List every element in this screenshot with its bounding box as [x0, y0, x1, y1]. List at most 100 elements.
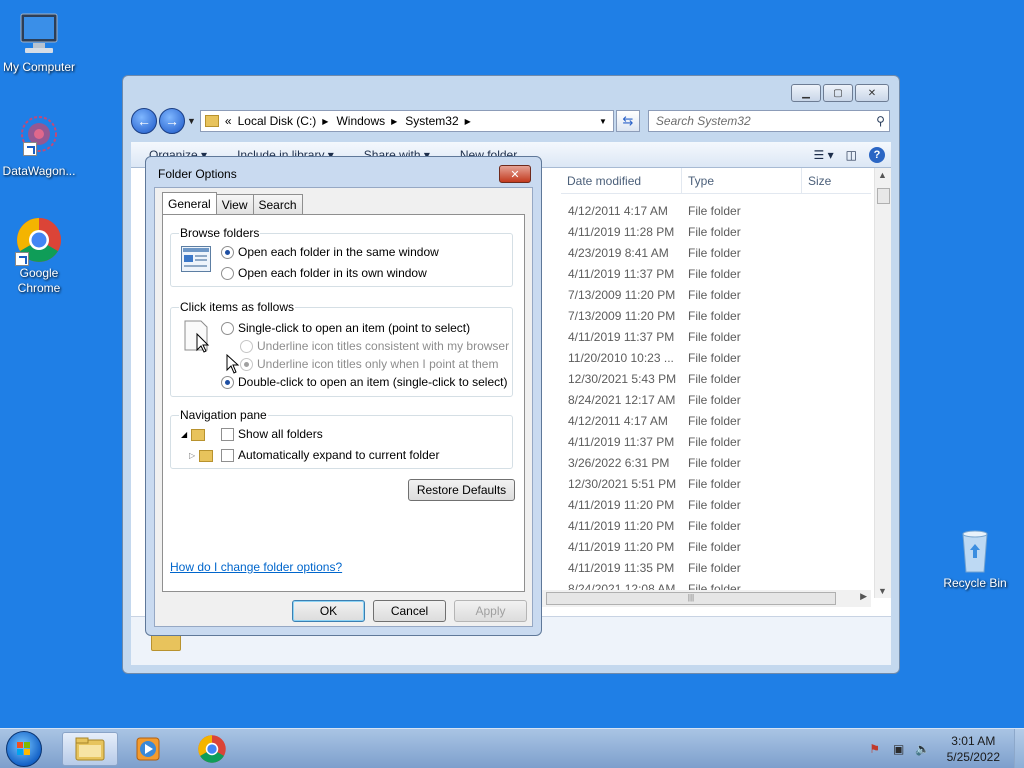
address-dropdown-icon[interactable]: ▼	[599, 117, 607, 126]
table-row[interactable]: 4/11/2019 11:20 PM File folder	[561, 494, 871, 515]
preview-pane-icon[interactable]: ◫	[846, 148, 857, 162]
checkbox-unchecked[interactable]	[221, 448, 234, 462]
search-icon[interactable]: ⚲	[876, 114, 885, 128]
table-row[interactable]: 4/11/2019 11:20 PM File folder	[561, 536, 871, 557]
network-icon[interactable]: ▣	[891, 741, 907, 757]
recent-pages-dropdown[interactable]: ▼	[187, 116, 196, 126]
open-own-window-radio[interactable]: Open each folder in its own window	[221, 266, 427, 280]
table-row[interactable]: 4/11/2019 11:20 PM File folder	[561, 515, 871, 536]
back-button[interactable]: ←	[131, 108, 157, 134]
type-cell: File folder	[688, 392, 741, 407]
table-row[interactable]: 4/11/2019 11:37 PM File folder	[561, 263, 871, 284]
general-tab-panel: Browse folders Open each folder in the s…	[162, 214, 525, 592]
tab-general[interactable]: General	[162, 192, 217, 214]
horizontal-scrollbar[interactable]: ||| ▶	[536, 590, 871, 607]
restore-defaults-button[interactable]: Restore Defaults	[408, 479, 515, 501]
date-modified-cell: 12/30/2021 5:51 PM	[568, 476, 677, 491]
underline-consistent-radio[interactable]: Underline icon titles consistent with my…	[240, 339, 509, 353]
cancel-button[interactable]: Cancel	[373, 600, 446, 622]
minimize-button[interactable]: ▁	[791, 84, 821, 102]
horizontal-scroll-thumb[interactable]: |||	[546, 592, 836, 605]
table-row[interactable]: 4/23/2019 8:41 AM File folder	[561, 242, 871, 263]
double-click-radio[interactable]: Double-click to open an item (single-cli…	[221, 375, 507, 389]
vertical-scrollbar[interactable]: ▲ ▼	[874, 168, 891, 598]
desktop-icon-datawagon[interactable]: DataWagon...	[0, 114, 80, 179]
radio-unselected[interactable]	[221, 266, 234, 280]
desktop-icon-recycle-bin[interactable]: Recycle Bin	[934, 526, 1016, 591]
table-row[interactable]: 12/30/2021 5:43 PM File folder	[561, 368, 871, 389]
search-placeholder: Search System32	[655, 114, 751, 128]
breadcrumb-chevron-icon[interactable]: ▶	[465, 117, 471, 126]
radio-disabled[interactable]	[240, 339, 253, 353]
column-date-modified[interactable]: Date modified	[561, 168, 682, 193]
breadcrumb-windows[interactable]: Windows	[336, 114, 385, 128]
apply-button[interactable]: Apply	[454, 600, 527, 622]
chrome-icon	[15, 216, 63, 266]
breadcrumb-system32[interactable]: System32	[405, 114, 458, 128]
table-row[interactable]: 12/30/2021 5:51 PM File folder	[561, 473, 871, 494]
breadcrumb-local-disk[interactable]: Local Disk (C:)	[238, 114, 317, 128]
search-input[interactable]: Search System32 ⚲	[647, 110, 890, 132]
volume-icon[interactable]: 🔈	[915, 741, 931, 757]
radio-selected[interactable]	[221, 375, 234, 389]
auto-expand-checkbox[interactable]: Automatically expand to current folder	[221, 448, 439, 462]
show-all-folders-checkbox[interactable]: Show all folders	[221, 427, 323, 441]
table-row[interactable]: 4/11/2019 11:37 PM File folder	[561, 431, 871, 452]
table-row[interactable]: 4/12/2011 4:17 AM File folder	[561, 410, 871, 431]
forward-button[interactable]: →	[159, 108, 185, 134]
underline-on-point-radio[interactable]: Underline icon titles only when I point …	[240, 357, 498, 371]
help-icon[interactable]: ?	[869, 146, 885, 163]
radio-unselected[interactable]	[221, 321, 234, 335]
desktop-icon-google-chrome[interactable]: Google Chrome	[0, 216, 80, 296]
ok-button[interactable]: OK	[292, 600, 365, 622]
date-modified-cell: 4/11/2019 11:20 PM	[568, 539, 675, 554]
taskbar-chrome[interactable]	[184, 732, 240, 766]
action-center-flag-icon[interactable]: ⚑	[867, 741, 883, 757]
taskbar-media-player[interactable]	[120, 732, 176, 766]
table-row[interactable]: 3/26/2022 6:31 PM File folder	[561, 452, 871, 473]
dialog-close-button[interactable]: ✕	[499, 165, 531, 183]
table-row[interactable]: 4/11/2019 11:37 PM File folder	[561, 326, 871, 347]
breadcrumb-chevron-icon[interactable]: ▶	[391, 117, 397, 126]
show-desktop-button[interactable]	[1014, 729, 1024, 768]
refresh-button[interactable]: ⇆	[615, 110, 640, 132]
table-row[interactable]: 8/24/2021 12:17 AM File folder	[561, 389, 871, 410]
address-bar[interactable]: « Local Disk (C:) ▶ Windows ▶ System32 ▶…	[199, 110, 614, 132]
help-link[interactable]: How do I change folder options?	[170, 560, 342, 574]
tab-view[interactable]: View	[215, 194, 254, 214]
maximize-button[interactable]: ▢	[823, 84, 853, 102]
change-view-icon[interactable]: ☰ ▾	[814, 148, 834, 162]
date-modified-cell: 12/30/2021 5:43 PM	[568, 371, 677, 386]
close-button[interactable]: ✕	[855, 84, 889, 102]
taskbar-explorer[interactable]	[62, 732, 118, 766]
scroll-thumb[interactable]	[877, 188, 890, 204]
window-preview-icon	[181, 246, 211, 272]
window-controls: ▁ ▢ ✕	[789, 84, 889, 102]
start-button[interactable]	[6, 731, 42, 767]
column-size[interactable]: Size	[802, 168, 862, 193]
clock[interactable]: 3:01 AM 5/25/2022	[947, 733, 1000, 765]
table-row[interactable]: 4/12/2011 4:17 AM File folder	[561, 200, 871, 221]
radio-disabled-selected[interactable]	[240, 357, 253, 371]
scroll-up-icon[interactable]: ▲	[878, 170, 887, 180]
dialog-tabs: General View Search	[162, 192, 303, 214]
single-click-radio[interactable]: Single-click to open an item (point to s…	[221, 321, 470, 335]
table-row[interactable]: 11/20/2010 10:23 ... File folder	[561, 347, 871, 368]
option-label: Show all folders	[238, 427, 323, 441]
breadcrumb-chevron-icon[interactable]: ▶	[322, 117, 328, 126]
type-cell: File folder	[688, 560, 741, 575]
date-modified-cell: 8/24/2021 12:17 AM	[568, 392, 676, 407]
table-row[interactable]: 4/11/2019 11:28 PM File folder	[561, 221, 871, 242]
scroll-down-icon[interactable]: ▼	[878, 586, 887, 596]
checkbox-unchecked[interactable]	[221, 427, 234, 441]
column-type[interactable]: Type	[682, 168, 802, 193]
table-row[interactable]: 4/11/2019 11:35 PM File folder	[561, 557, 871, 578]
table-row[interactable]: 7/13/2009 11:20 PM File folder	[561, 305, 871, 326]
address-overflow[interactable]: «	[225, 114, 232, 128]
tab-search[interactable]: Search	[252, 194, 303, 214]
open-same-window-radio[interactable]: Open each folder in the same window	[221, 245, 439, 259]
table-row[interactable]: 7/13/2009 11:20 PM File folder	[561, 284, 871, 305]
radio-selected[interactable]	[221, 245, 234, 259]
desktop-icon-my-computer[interactable]: My Computer	[0, 10, 80, 75]
scroll-right-icon[interactable]: ▶	[860, 591, 867, 602]
